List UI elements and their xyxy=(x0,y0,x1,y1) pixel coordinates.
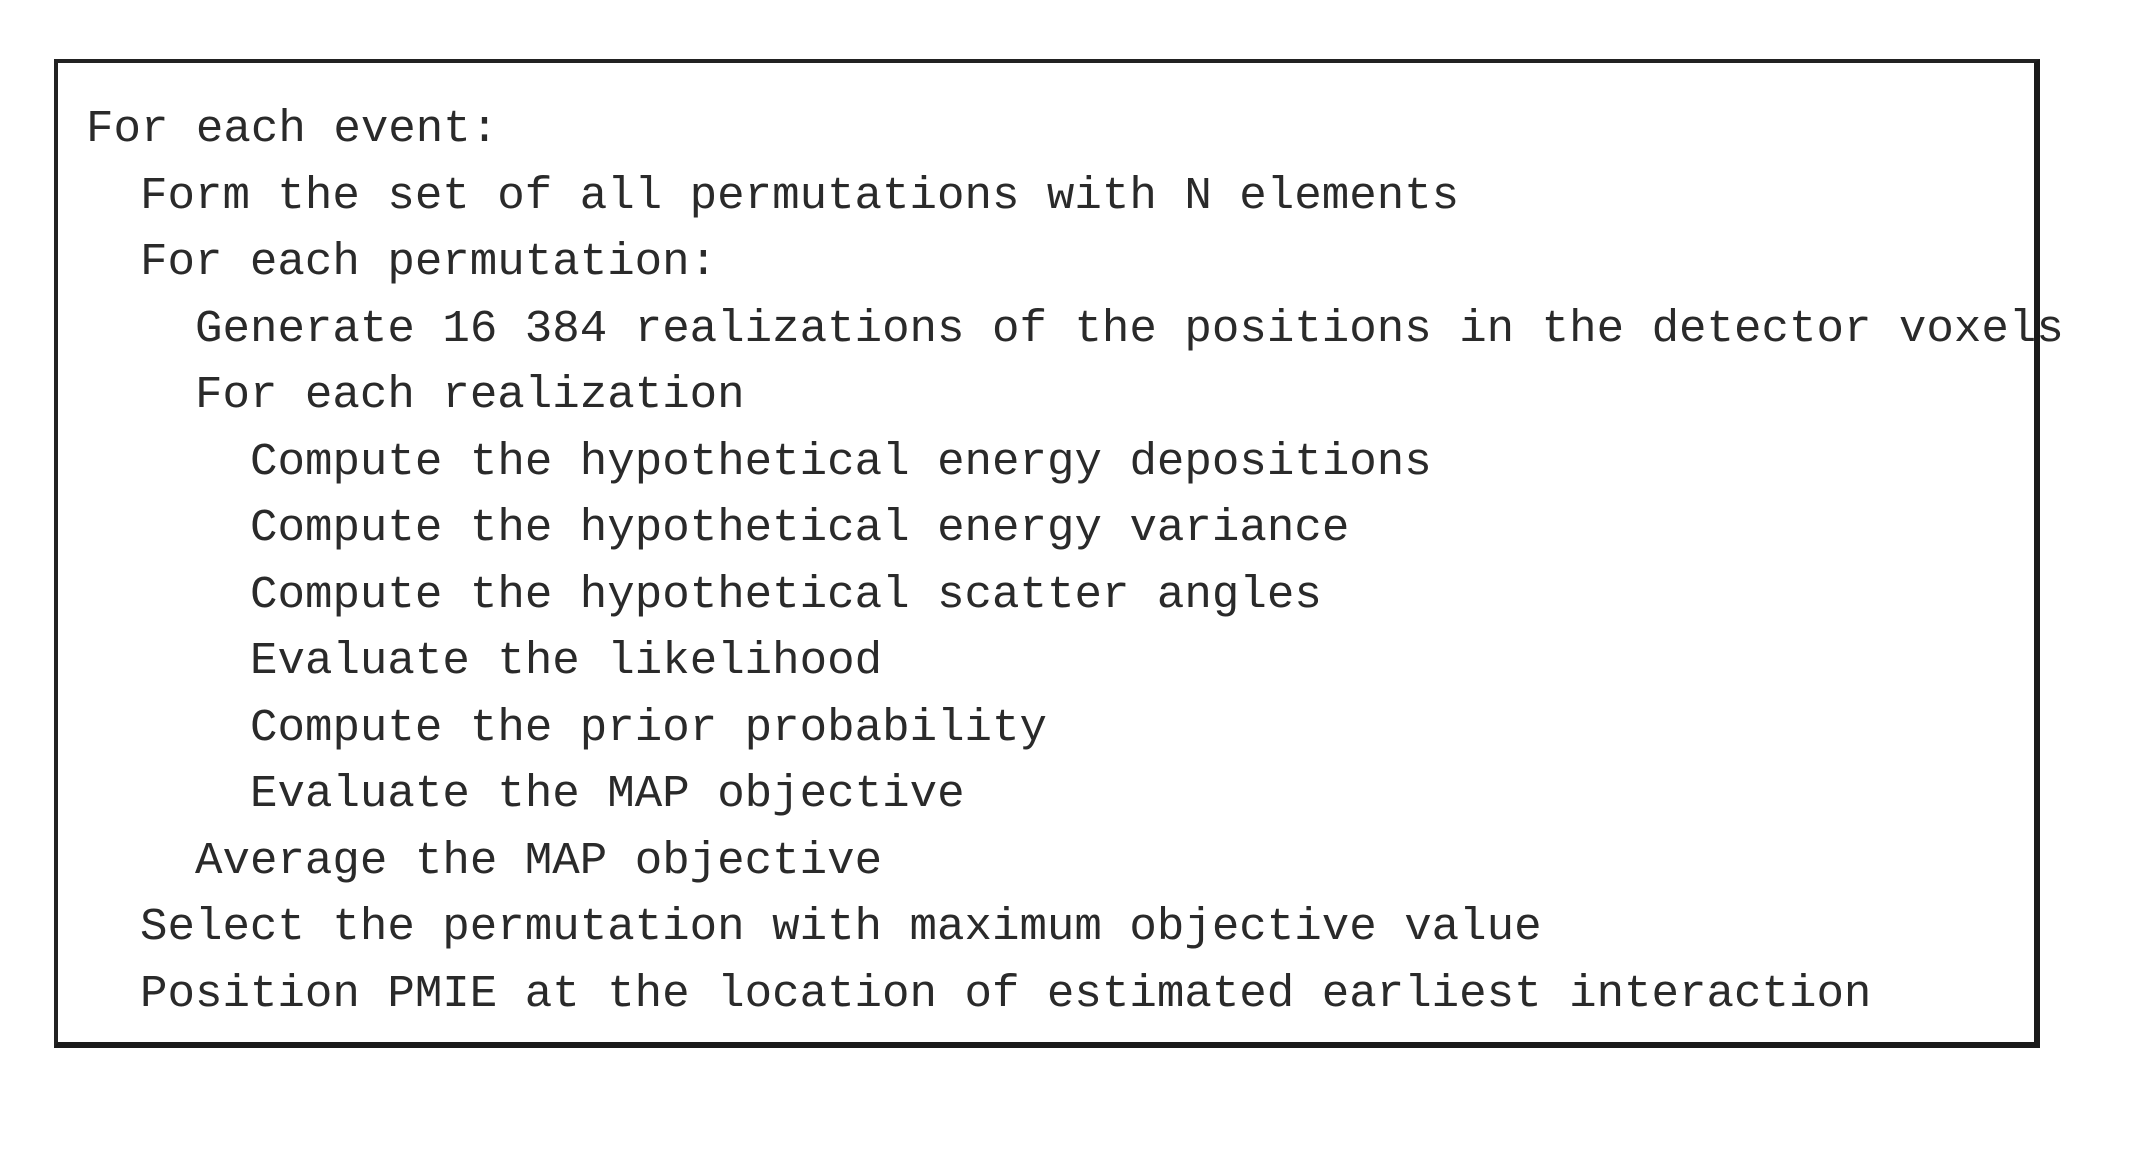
algorithm-line-for-each-permutation: For each permutation: xyxy=(140,236,718,288)
algorithm-line-for-each-realization: For each realization xyxy=(195,369,745,421)
algorithm-line-average-map-objective: Average the MAP objective xyxy=(195,834,883,887)
algorithm-line-compute-scatter-angles: Compute the hypothetical scatter angles xyxy=(250,568,1322,621)
algorithm-line-select-permutation: Select the permutation with maximum obje… xyxy=(140,901,1542,953)
algorithm-listing: For each event: Form the set of all perm… xyxy=(86,96,2064,1027)
algorithm-line-evaluate-likelihood: Evaluate the likelihood xyxy=(250,635,883,687)
algorithm-line-generate-realizations: Generate 16 384 realizations of the posi… xyxy=(195,302,2064,355)
algorithm-line-form-permutations: Form the set of all permutations with N … xyxy=(140,169,1460,222)
algorithm-line-compute-energy-variance: Compute the hypothetical energy variance xyxy=(250,502,1350,554)
algorithm-box: For each event: Form the set of all perm… xyxy=(54,59,2064,1048)
algorithm-line-position-pmie: Position PMIE at the location of estimat… xyxy=(140,967,1872,1020)
algorithm-line-evaluate-map-objective: Evaluate the MAP objective xyxy=(250,768,965,820)
algorithm-line-compute-energy-depositions: Compute the hypothetical energy depositi… xyxy=(250,435,1432,488)
algorithm-line-for-each-event: For each event: xyxy=(86,103,499,155)
algorithm-line-compute-prior: Compute the prior probability xyxy=(250,701,1047,754)
